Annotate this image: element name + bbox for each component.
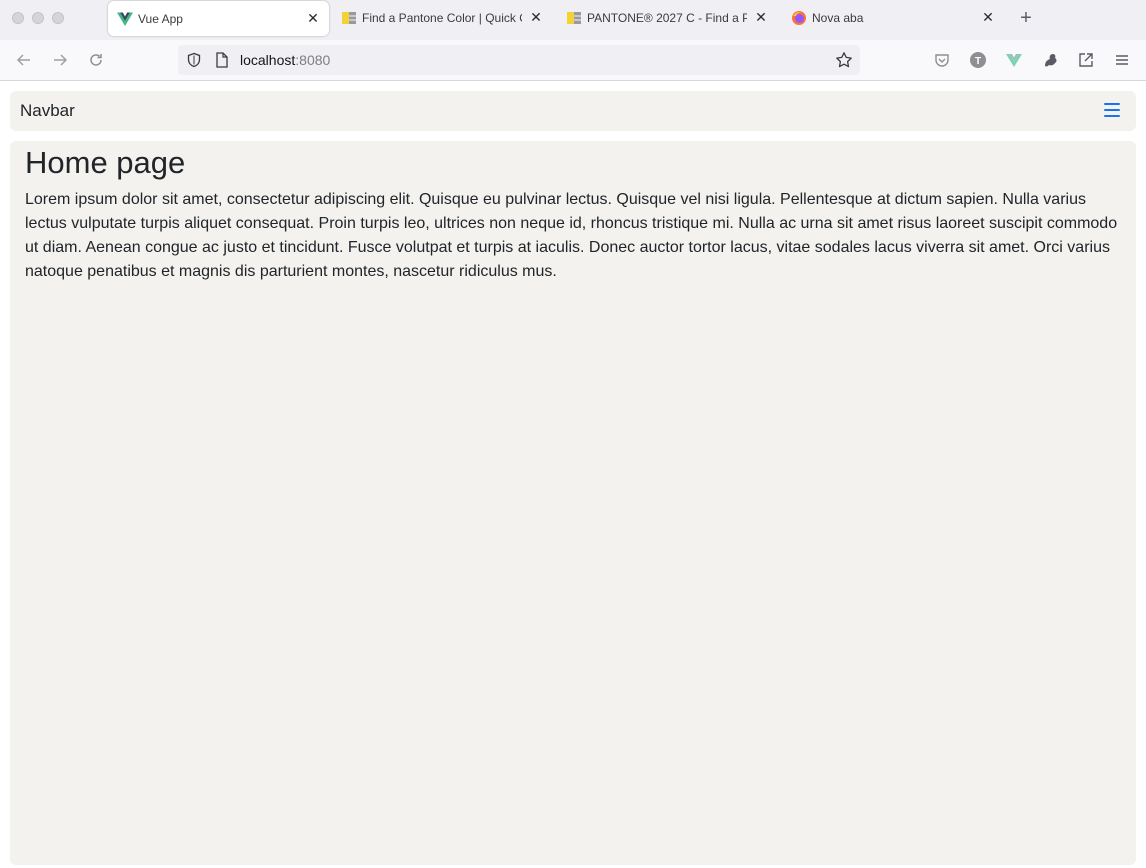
tab-pantone-2027c[interactable]: PANTONE® 2027 C - Find a Pantone ✕ (557, 0, 777, 36)
arrow-left-icon (16, 54, 30, 66)
url-host: localhost (240, 52, 296, 68)
hamburger-line (1104, 115, 1120, 117)
svg-text:T: T (975, 56, 981, 67)
navbar-toggler-button[interactable] (1104, 103, 1122, 119)
browser-toolbar: localhost:8080 T (0, 40, 1146, 81)
url-text[interactable]: localhost:8080 (240, 52, 330, 68)
arrow-right-icon (54, 54, 68, 66)
extension-icon[interactable] (1040, 50, 1060, 70)
vue-logo-icon (117, 12, 133, 26)
open-external-icon[interactable] (1076, 50, 1096, 70)
page-viewport: Navbar Home page Lorem ipsum dolor sit a… (0, 82, 1146, 868)
forward-button[interactable] (50, 50, 70, 70)
tab-label: Nova aba (812, 11, 864, 25)
minimize-window-button[interactable] (32, 12, 44, 24)
zoom-window-button[interactable] (52, 12, 64, 24)
close-tab-icon[interactable]: ✕ (528, 9, 544, 25)
hamburger-line (1104, 109, 1120, 111)
tab-label: Vue App (138, 12, 183, 26)
app-navbar: Navbar (10, 91, 1136, 131)
page-title: Home page (25, 145, 186, 180)
firefox-icon (792, 11, 806, 25)
url-bar[interactable]: localhost:8080 (178, 45, 860, 75)
tab-find-pantone-color[interactable]: Find a Pantone Color | Quick Online ✕ (332, 0, 552, 36)
new-tab-button[interactable]: + (1016, 8, 1036, 28)
pantone-icon (342, 12, 356, 24)
vue-devtools-icon[interactable] (1004, 50, 1024, 70)
back-button[interactable] (14, 50, 34, 70)
navbar-brand[interactable]: Navbar (20, 101, 75, 121)
tab-vue-app[interactable]: Vue App ✕ (108, 1, 329, 36)
tab-label: Find a Pantone Color | Quick Online (362, 11, 522, 25)
close-tab-icon[interactable]: ✕ (305, 10, 321, 26)
pocket-icon[interactable] (932, 50, 952, 70)
close-tab-icon[interactable]: ✕ (753, 9, 769, 25)
page-info-icon[interactable] (215, 52, 229, 68)
close-window-button[interactable] (12, 12, 24, 24)
pantone-icon (567, 12, 581, 24)
tab-nova-aba[interactable]: Nova aba ✕ (782, 0, 1004, 36)
tab-label: PANTONE® 2027 C - Find a Pantone (587, 11, 747, 25)
tracking-protection-shield-icon[interactable] (186, 52, 202, 68)
close-tab-icon[interactable]: ✕ (980, 9, 996, 25)
account-avatar-icon[interactable]: T (968, 50, 988, 70)
reload-button[interactable] (86, 50, 106, 70)
main-content-card: Home page Lorem ipsum dolor sit amet, co… (10, 141, 1136, 865)
menu-icon[interactable] (1112, 50, 1132, 70)
url-port: :8080 (295, 52, 331, 68)
page-body-text: Lorem ipsum dolor sit amet, consectetur … (25, 191, 1118, 280)
hamburger-line (1104, 103, 1120, 105)
tab-strip: Vue App ✕ Find a Pantone Color | Quick O… (0, 0, 1146, 40)
bookmark-star-icon[interactable] (835, 51, 853, 69)
reload-icon (90, 54, 102, 66)
